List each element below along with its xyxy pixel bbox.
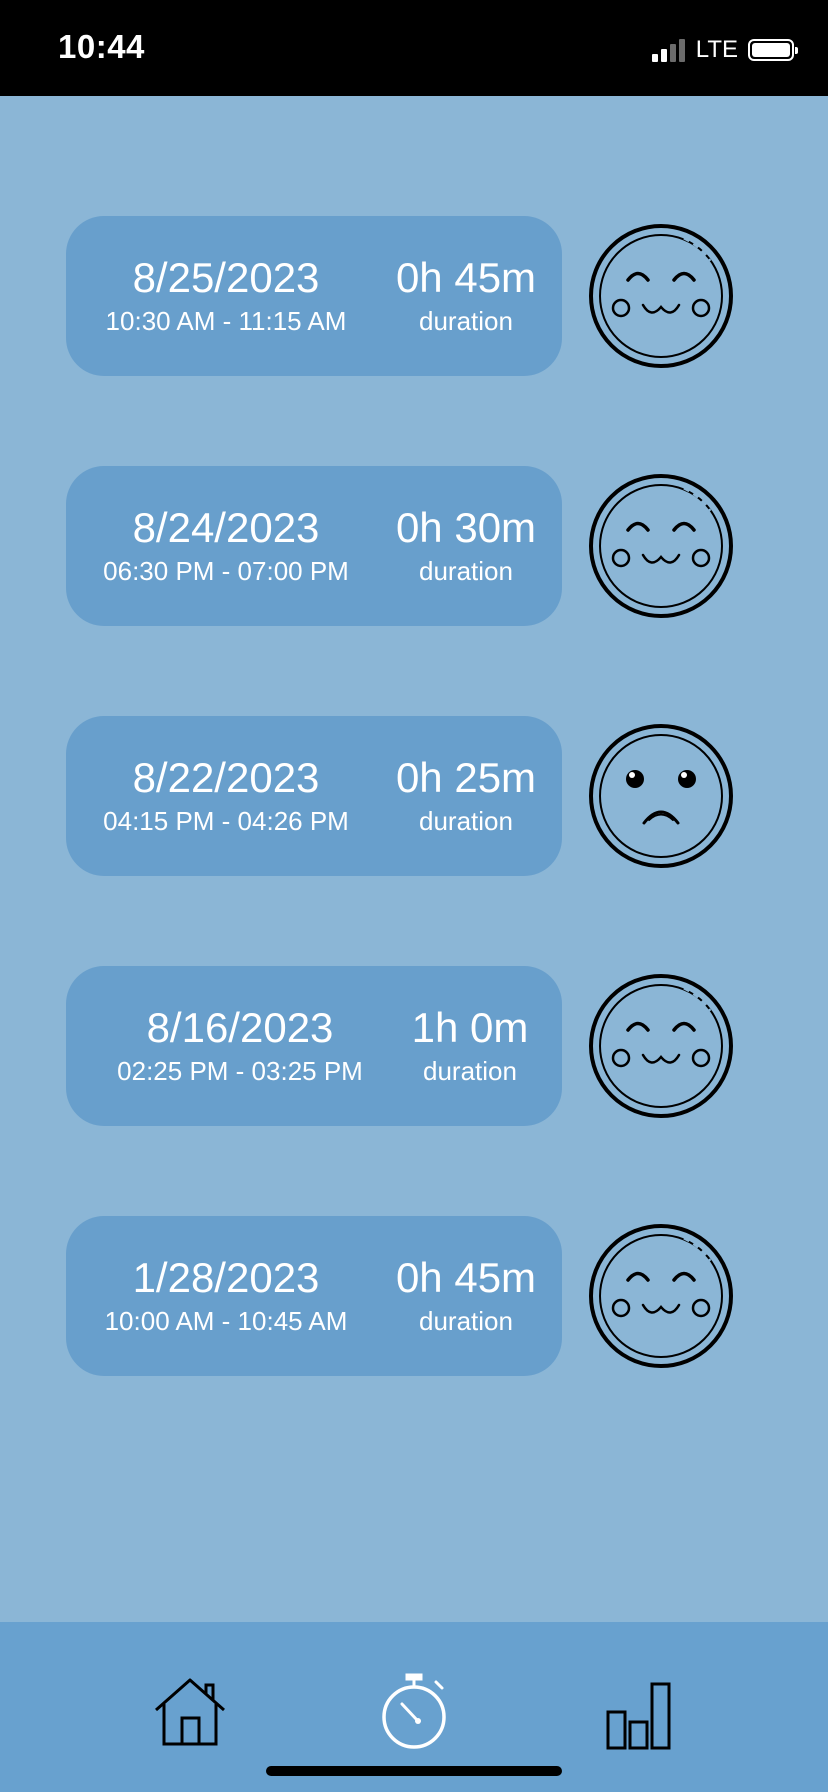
cellular-signal-icon	[651, 38, 688, 62]
status-bar: 10:44 LTE	[0, 0, 828, 96]
session-date: 8/24/2023	[132, 504, 320, 551]
session-date: 8/16/2023	[146, 1004, 334, 1051]
session-duration: 0h 45m	[395, 254, 537, 301]
home-icon[interactable]	[150, 1672, 230, 1752]
home-indicator	[266, 1766, 562, 1776]
session-time-range: 06:30 PM - 07:00 PM	[103, 556, 349, 586]
session-card[interactable]: 8/22/2023 04:15 PM - 04:26 PM 0h 25m dur…	[66, 716, 562, 876]
session-time-range: 10:30 AM - 11:15 AM	[105, 306, 347, 336]
session-time-range: 04:15 PM - 04:26 PM	[103, 806, 349, 836]
session-duration-label: duration	[419, 806, 513, 836]
status-time: 10:44	[58, 28, 145, 65]
session-duration-label: duration	[419, 306, 513, 336]
happy-face-icon	[589, 474, 733, 618]
session-date: 8/22/2023	[132, 754, 320, 801]
session-date: 1/28/2023	[132, 1254, 320, 1301]
battery-icon	[748, 39, 798, 61]
session-date: 8/25/2023	[132, 254, 320, 301]
stopwatch-icon[interactable]	[374, 1672, 454, 1752]
sad-face-icon	[589, 724, 733, 868]
session-row[interactable]: 1/28/2023 10:00 AM - 10:45 AM 0h 45m dur…	[0, 1216, 828, 1376]
session-row[interactable]: 8/24/2023 06:30 PM - 07:00 PM 0h 30m dur…	[0, 466, 828, 626]
session-time-range: 02:25 PM - 03:25 PM	[117, 1056, 363, 1086]
session-duration-label: duration	[419, 1306, 513, 1336]
session-duration-label: duration	[423, 1056, 517, 1086]
session-card[interactable]: 8/16/2023 02:25 PM - 03:25 PM 1h 0m dura…	[66, 966, 562, 1126]
session-duration: 0h 30m	[395, 504, 537, 551]
happy-face-icon	[589, 974, 733, 1118]
happy-face-icon	[589, 224, 733, 368]
network-type: LTE	[695, 36, 738, 63]
session-row[interactable]: 8/16/2023 02:25 PM - 03:25 PM 1h 0m dura…	[0, 966, 828, 1126]
session-duration: 1h 0m	[411, 1004, 529, 1051]
happy-face-icon	[589, 1224, 733, 1368]
session-duration: 0h 45m	[395, 1254, 537, 1301]
session-card[interactable]: 1/28/2023 10:00 AM - 10:45 AM 0h 45m dur…	[66, 1216, 562, 1376]
session-card[interactable]: 8/24/2023 06:30 PM - 07:00 PM 0h 30m dur…	[66, 466, 562, 626]
session-card[interactable]: 8/25/2023 10:30 AM - 11:15 AM 0h 45m dur…	[66, 216, 562, 376]
session-row[interactable]: 8/22/2023 04:15 PM - 04:26 PM 0h 25m dur…	[0, 716, 828, 876]
session-time-range: 10:00 AM - 10:45 AM	[104, 1306, 348, 1336]
session-row[interactable]: 8/25/2023 10:30 AM - 11:15 AM 0h 45m dur…	[0, 216, 828, 376]
bar-chart-icon[interactable]	[598, 1672, 678, 1752]
status-indicators: LTE	[651, 36, 798, 64]
session-duration-label: duration	[419, 556, 513, 586]
session-duration: 0h 25m	[395, 754, 537, 801]
